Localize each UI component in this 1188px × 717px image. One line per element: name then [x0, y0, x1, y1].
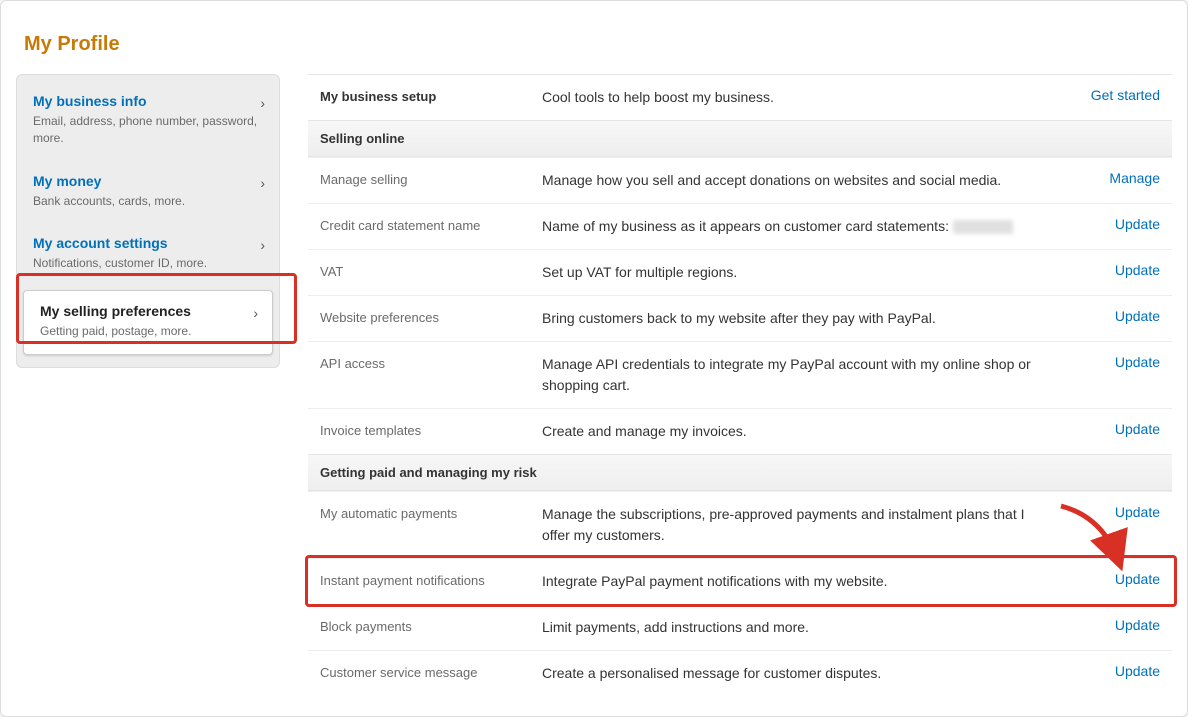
- sidebar-item-title: My money: [33, 173, 263, 189]
- row-label: Credit card statement name: [320, 216, 542, 233]
- row-desc: Manage API credentials to integrate my P…: [542, 354, 1070, 396]
- update-link[interactable]: Update: [1115, 571, 1160, 587]
- row-desc: Integrate PayPal payment notifications w…: [542, 571, 1070, 592]
- update-link[interactable]: Update: [1115, 617, 1160, 633]
- settings-row: Invoice templatesCreate and manage my in…: [308, 408, 1172, 454]
- settings-row: Credit card statement nameName of my bus…: [308, 203, 1172, 249]
- page-title: My Profile: [24, 33, 1172, 56]
- row-desc: Create and manage my invoices.: [542, 421, 1070, 442]
- row-desc: Manage how you sell and accept donations…: [542, 170, 1070, 191]
- sidebar-item-desc: Email, address, phone number, password, …: [33, 113, 263, 147]
- row-desc: Manage the subscriptions, pre-approved p…: [542, 504, 1070, 546]
- get-started-link[interactable]: Get started: [1091, 87, 1160, 103]
- redacted-value: [953, 220, 1013, 234]
- update-link[interactable]: Update: [1115, 421, 1160, 437]
- settings-row: My automatic paymentsManage the subscrip…: [308, 491, 1172, 558]
- settings-row: API accessManage API credentials to inte…: [308, 341, 1172, 408]
- row-label: Block payments: [320, 617, 542, 634]
- update-link[interactable]: Update: [1115, 354, 1160, 370]
- update-link[interactable]: Update: [1115, 663, 1160, 679]
- sidebar-item-my-business-info[interactable]: My business info Email, address, phone nu…: [17, 81, 279, 161]
- sidebar-item-my-account-settings[interactable]: My account settings Notifications, custom…: [17, 223, 279, 286]
- row-desc: Cool tools to help boost my business.: [542, 87, 1070, 108]
- row-label: Manage selling: [320, 170, 542, 187]
- row-desc: Name of my business as it appears on cus…: [542, 216, 1070, 237]
- row-my-business-setup: My business setup Cool tools to help boo…: [308, 74, 1172, 120]
- sidebar-item-title: My business info: [33, 93, 263, 109]
- row-label: VAT: [320, 262, 542, 279]
- sidebar-item-my-money[interactable]: My moneyBank accounts, cards, more.›: [17, 161, 279, 224]
- sidebar-item-title: My selling preferences: [40, 303, 256, 319]
- update-link[interactable]: Update: [1115, 308, 1160, 324]
- settings-row: VATSet up VAT for multiple regions. Updat…: [308, 249, 1172, 295]
- update-link[interactable]: Update: [1115, 504, 1160, 520]
- section-heading: Selling online: [308, 120, 1172, 157]
- sidebar-card: My business info Email, address, phone nu…: [16, 74, 280, 368]
- sidebar-item-desc: Getting paid, postage, more.: [40, 323, 256, 340]
- manage-link[interactable]: Manage: [1109, 170, 1160, 186]
- settings-row: Instant payment notificationsIntegrate P…: [308, 558, 1172, 604]
- row-desc: Set up VAT for multiple regions.: [542, 262, 1070, 283]
- row-label: Invoice templates: [320, 421, 542, 438]
- row-label: My business setup: [320, 87, 542, 104]
- row-desc: Limit payments, add instructions and mor…: [542, 617, 1070, 638]
- row-label: API access: [320, 354, 542, 371]
- row-label: My automatic payments: [320, 504, 542, 521]
- row-label: Website preferences: [320, 308, 542, 325]
- update-link[interactable]: Update: [1115, 216, 1160, 232]
- row-desc: Bring customers back to my website after…: [542, 308, 1070, 329]
- sidebar-item-my-selling-preferences[interactable]: My selling preferences Getting paid, post…: [23, 290, 273, 355]
- update-link[interactable]: Update: [1115, 262, 1160, 278]
- sidebar-item-desc: Bank accounts, cards, more.: [33, 193, 263, 210]
- main-content: My business setup Cool tools to help boo…: [308, 74, 1172, 696]
- row-desc: Create a personalised message for custom…: [542, 663, 1070, 684]
- settings-row: Website preferencesBring customers back …: [308, 295, 1172, 341]
- sidebar-item-title: My account settings: [33, 235, 263, 251]
- sidebar-item-desc: Notifications, customer ID, more.: [33, 255, 263, 272]
- settings-row: Block paymentsLimit payments, add instru…: [308, 604, 1172, 650]
- settings-row: Customer service messageCreate a persona…: [308, 650, 1172, 696]
- row-label: Customer service message: [320, 663, 542, 680]
- sidebar: My business info Email, address, phone nu…: [16, 74, 280, 696]
- row-label: Instant payment notifications: [320, 571, 542, 588]
- settings-row: Manage sellingManage how you sell and ac…: [308, 157, 1172, 203]
- section-heading: Getting paid and managing my risk: [308, 454, 1172, 491]
